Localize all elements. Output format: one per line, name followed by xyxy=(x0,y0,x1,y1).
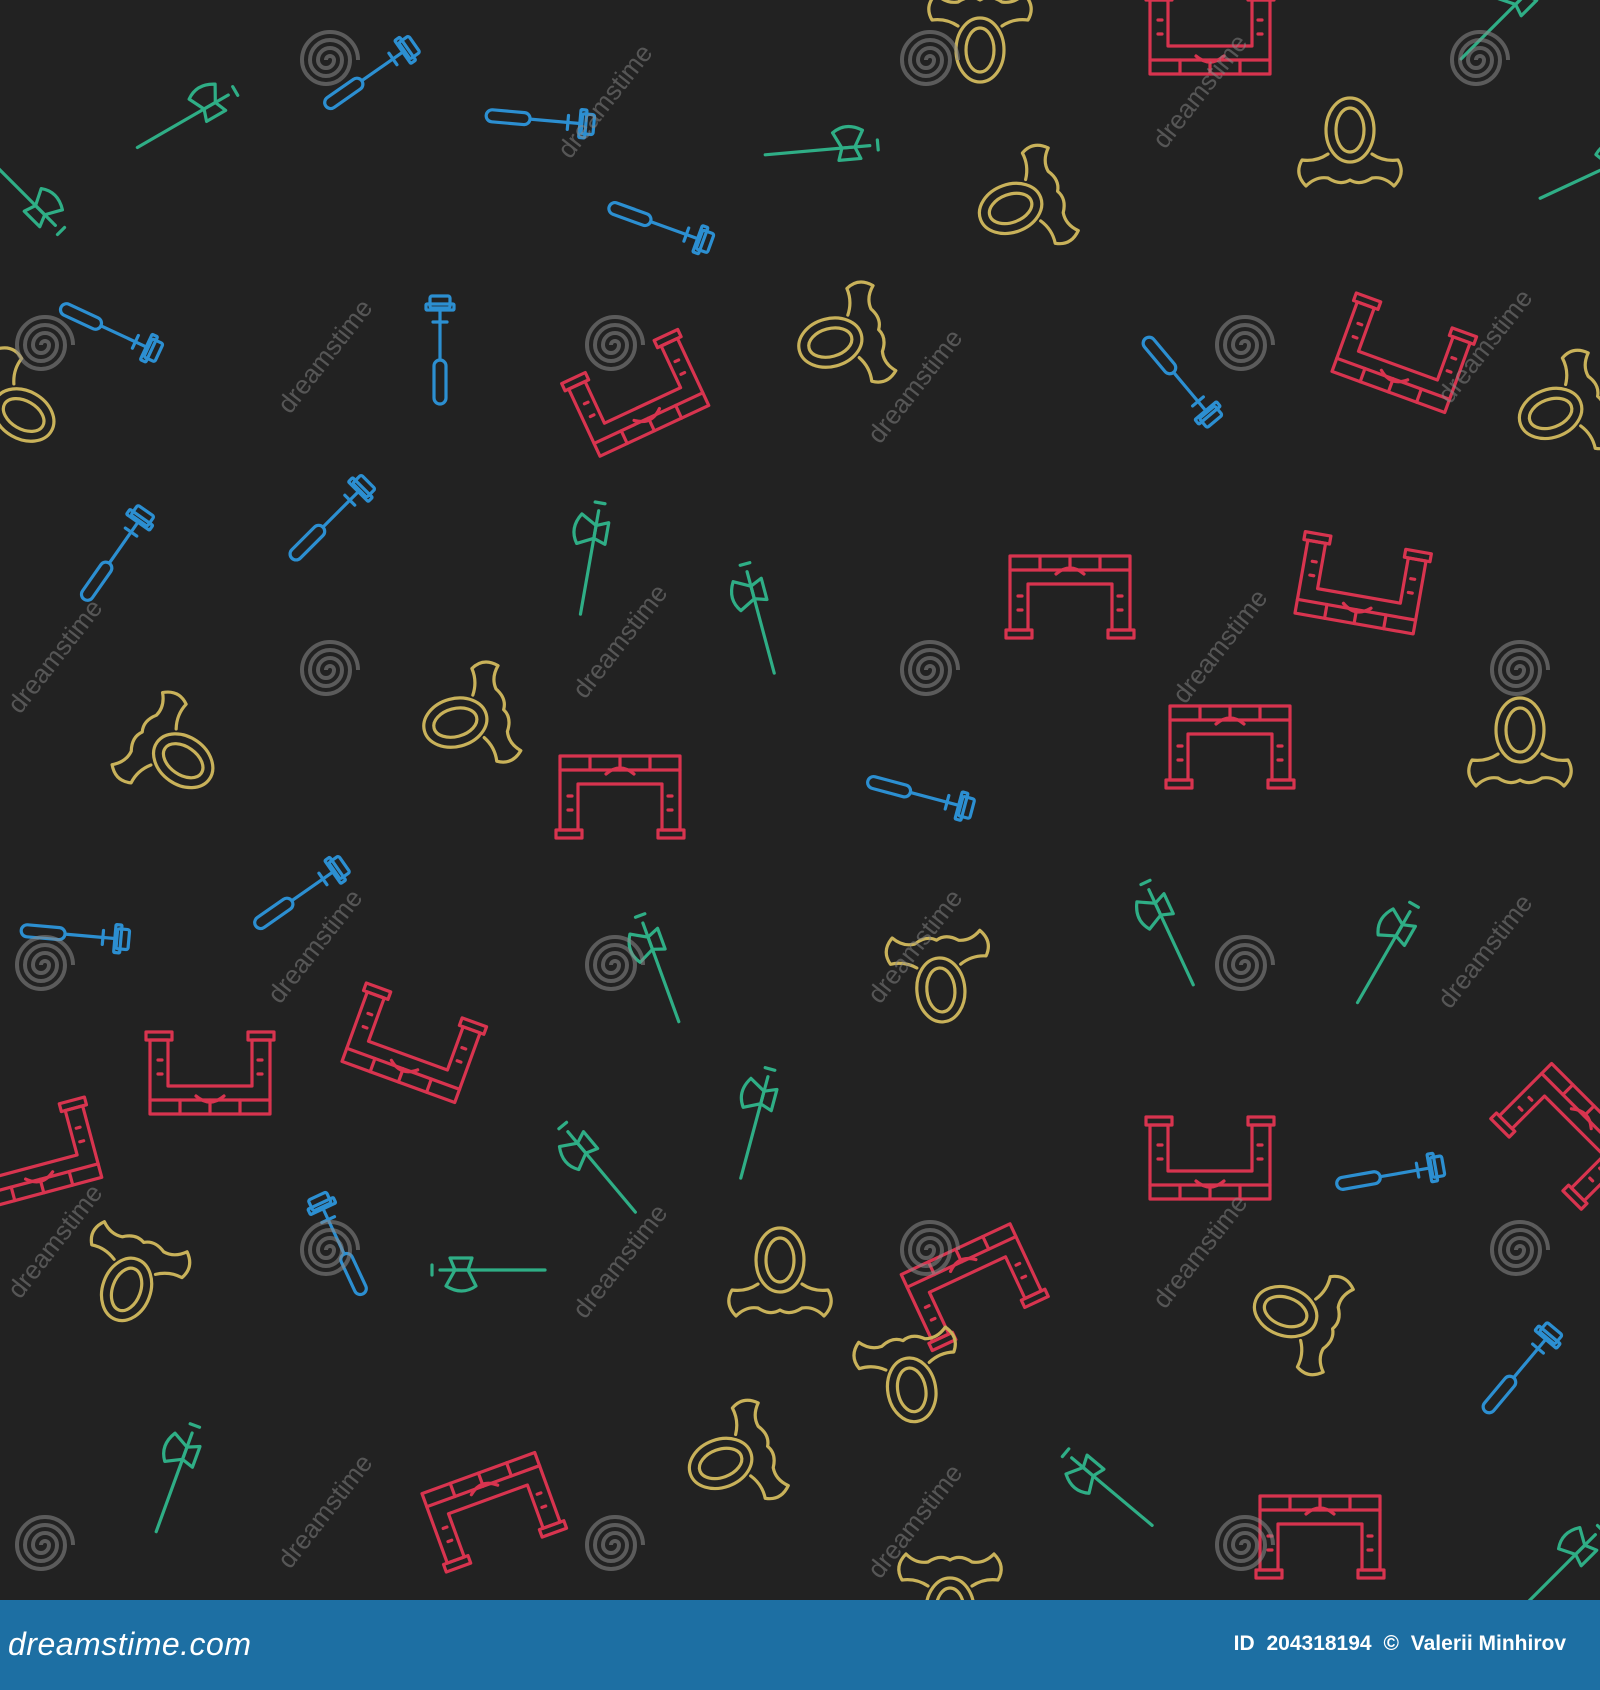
horned-helmet-icon xyxy=(1501,344,1600,475)
watermark-text: dreamstime xyxy=(271,1448,378,1574)
horned-helmet-icon xyxy=(961,139,1083,270)
watermark-spiral-icon xyxy=(14,1515,75,1571)
horned-helmet-icon xyxy=(409,657,525,782)
watermark-text: dreamstime xyxy=(1146,1188,1253,1314)
battle-axe-icon xyxy=(0,134,78,242)
watermark-spiral-icon xyxy=(584,315,645,371)
battle-axe-icon xyxy=(1337,892,1426,1011)
castle-gate-icon xyxy=(554,754,686,840)
castle-gate-icon xyxy=(1144,1115,1276,1201)
horned-helmet-icon xyxy=(727,1226,833,1318)
battle-axe-icon xyxy=(430,1256,547,1293)
scepter-icon xyxy=(70,501,160,609)
castle-gate-icon xyxy=(1289,530,1433,637)
horned-helmet-icon xyxy=(671,1394,793,1525)
horned-helmet-icon xyxy=(784,277,900,402)
battle-axe-icon xyxy=(134,1416,208,1538)
icon-pattern-background: dreamstime dreamstime dreamstime dreamstime… xyxy=(0,0,1600,1600)
castle-gate-icon xyxy=(144,1030,276,1116)
watermark-spiral-icon xyxy=(899,30,960,86)
watermark-spiral-icon xyxy=(299,1220,360,1276)
horned-helmet-icon xyxy=(1297,96,1403,188)
castle-gate-icon xyxy=(1004,554,1136,640)
castle-gate-icon xyxy=(1164,704,1296,790)
stock-footer-bar: dreamstime.com ID 204318194 © Valerii Mi… xyxy=(0,1600,1600,1690)
id-value: 204318194 xyxy=(1266,1632,1372,1655)
watermark-spiral-icon xyxy=(1214,315,1275,371)
watermark-text: dreamstime xyxy=(1431,888,1538,1014)
stock-site-logo[interactable]: dreamstime.com xyxy=(8,1626,252,1663)
castle-gate-icon xyxy=(1254,1494,1386,1580)
battle-axe-icon xyxy=(558,497,614,618)
scepter-icon xyxy=(280,470,380,570)
battle-axe-icon xyxy=(125,71,243,160)
image-id-credit: ID 204318194 © Valerii Minhirov xyxy=(1228,1632,1566,1656)
scepter-icon xyxy=(424,294,456,406)
horned-helmet-icon xyxy=(1236,1250,1358,1381)
scepter-icon xyxy=(1472,1318,1568,1422)
watermark-spiral-icon xyxy=(899,640,960,696)
watermark-text: dreamstime xyxy=(566,1198,673,1324)
battle-axe-icon xyxy=(1504,1512,1600,1600)
watermark-spiral-icon xyxy=(584,935,645,991)
watermark-text: dreamstime xyxy=(1431,283,1538,409)
horned-helmet-icon xyxy=(927,0,1033,84)
horned-helmet-icon xyxy=(106,685,241,823)
battle-axe-icon xyxy=(761,122,881,169)
scepter-icon xyxy=(862,765,978,825)
battle-axe-icon xyxy=(723,559,788,681)
watermark-text: dreamstime xyxy=(271,293,378,419)
scepter-icon xyxy=(53,292,167,368)
watermark-text: dreamstime xyxy=(551,38,658,164)
watermark-spiral-icon xyxy=(1449,30,1510,86)
battle-axe-icon xyxy=(1529,129,1600,211)
watermark-spiral-icon xyxy=(1214,935,1275,991)
watermark-text: dreamstime xyxy=(1,593,108,719)
watermark-spiral-icon xyxy=(14,315,75,371)
copyright-symbol: © xyxy=(1383,1632,1399,1655)
watermark-spiral-icon xyxy=(299,30,360,86)
horned-helmet-icon xyxy=(1467,696,1573,788)
scepter-icon xyxy=(1132,328,1228,432)
battle-axe-icon xyxy=(545,1116,647,1228)
battle-axe-icon xyxy=(718,1061,784,1183)
horned-helmet-icon xyxy=(897,1552,1003,1600)
watermark-spiral-icon xyxy=(299,640,360,696)
watermark-spiral-icon xyxy=(1489,640,1550,696)
horned-helmet-icon xyxy=(65,1217,196,1339)
castle-gate-icon xyxy=(416,1449,569,1574)
watermark-text: dreamstime xyxy=(1166,583,1273,709)
author-name: Valerii Minhirov xyxy=(1410,1632,1566,1655)
id-label: ID xyxy=(1233,1632,1255,1655)
castle-gate-icon xyxy=(1489,1059,1600,1211)
watermark-text: dreamstime xyxy=(861,1458,968,1584)
scepter-icon xyxy=(602,191,718,259)
battle-axe-icon xyxy=(1124,875,1206,996)
watermark-spiral-icon xyxy=(584,1515,645,1571)
scepter-icon xyxy=(1332,1150,1448,1200)
castle-gate-icon xyxy=(560,327,714,460)
watermark-spiral-icon xyxy=(1489,1220,1550,1276)
watermark-spiral-icon xyxy=(14,935,75,991)
castle-gate-icon xyxy=(336,981,489,1106)
watermark-text: dreamstime xyxy=(861,323,968,449)
watermark-spiral-icon xyxy=(1214,1515,1275,1571)
battle-axe-icon xyxy=(1050,1441,1162,1544)
watermark-text: dreamstime xyxy=(861,883,968,1009)
battle-axe-icon xyxy=(618,909,692,1031)
